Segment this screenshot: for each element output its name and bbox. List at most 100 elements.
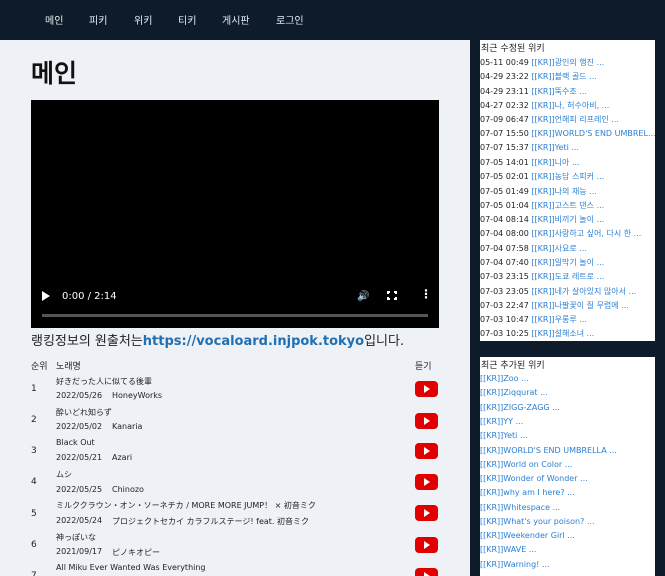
edit-time: 07-04 07:40	[480, 258, 529, 267]
recent-edit-item[interactable]: 07-07 15:37 [[KR]]Yeti ...	[480, 143, 655, 152]
main-content: 메인 0:00 / 2:14 🔊 ⋮ 랭킹정보의 원출처는https://voc…	[0, 40, 470, 576]
added-link[interactable]: [[KR]]Weekender Girl ...	[480, 531, 655, 540]
added-link[interactable]: [[KR]]Ziqqurat ...	[480, 388, 655, 397]
edit-link[interactable]: [[KR]]WORLD'S END UMBREL...	[531, 129, 655, 138]
recent-edit-item[interactable]: 05-11 00:49 [[KR]]광인의 행진 ...	[480, 57, 655, 68]
rank-number: 2	[31, 415, 37, 425]
recent-edit-item[interactable]: 07-07 15:50 [[KR]]WORLD'S END UMBREL...	[480, 129, 655, 138]
added-link[interactable]: [[KR]]Warning! ...	[480, 560, 655, 569]
recent-edit-item[interactable]: 07-03 23:05 [[KR]]네가 살아있지 않아서 ...	[480, 286, 655, 297]
recent-edit-item[interactable]: 04-29 23:11 [[KR]]뚝수조 ...	[480, 86, 655, 97]
nav-board[interactable]: 게시판	[222, 12, 250, 27]
edit-time: 07-03 10:25	[480, 329, 529, 338]
youtube-play-icon[interactable]	[415, 443, 438, 459]
recent-edits-panel: 최근 수정된 위키 05-11 00:49 [[KR]]광인의 행진 ... 0…	[480, 40, 655, 341]
song-date: 2022/05/02	[56, 422, 103, 431]
song-artist: ピノキオピー	[112, 548, 160, 557]
recent-edit-item[interactable]: 07-04 08:00 [[KR]]사랑하고 싶어, 다시 한 ...	[480, 228, 655, 239]
nav-wiki[interactable]: 위키	[134, 12, 152, 27]
edit-link[interactable]: [[KR]]설해소녀 ...	[531, 329, 594, 338]
edit-link[interactable]: [[KR]]Yeti ...	[531, 143, 579, 152]
video-progress-bar[interactable]	[42, 314, 428, 317]
nav-main[interactable]: 메인	[45, 12, 63, 27]
video-time: 0:00 / 2:14	[62, 291, 117, 302]
video-player[interactable]: 0:00 / 2:14 🔊 ⋮	[31, 100, 439, 328]
song-artist: プロジェクトセカイ カラフルステージ! feat. 初音ミク	[112, 517, 309, 526]
recent-edit-item[interactable]: 07-09 06:47 [[KR]]언해피 리프레인 ...	[480, 114, 655, 125]
edit-link[interactable]: [[KR]]사요로 ...	[531, 244, 587, 253]
youtube-play-icon[interactable]	[415, 381, 438, 397]
edit-time: 07-05 01:04	[480, 201, 529, 210]
recent-edit-item[interactable]: 07-04 07:58 [[KR]]사요로 ...	[480, 243, 655, 254]
nav-tiki[interactable]: 티키	[178, 12, 196, 27]
edit-link[interactable]: [[KR]]니아 ...	[531, 158, 579, 167]
edit-time: 04-27 02:32	[480, 101, 529, 110]
added-link[interactable]: [[KR]]ZIGG-ZAGG ...	[480, 403, 655, 412]
edit-link[interactable]: [[KR]]나의 재능 ...	[531, 187, 596, 196]
recent-edit-item[interactable]: 07-05 02:01 [[KR]]농담 스피커 ...	[480, 171, 655, 182]
edit-link[interactable]: [[KR]]블랙 골드 ...	[531, 72, 596, 81]
song-date: 2022/05/25	[56, 485, 103, 494]
added-link[interactable]: [[KR]]why am I here? ...	[480, 488, 655, 497]
edit-link[interactable]: [[KR]]고스트 댄스 ...	[531, 201, 604, 210]
added-link[interactable]: [[KR]]Whitespace ...	[480, 503, 655, 512]
edit-link[interactable]: [[KR]]농담 스피커 ...	[531, 172, 604, 181]
rank-number: 7	[31, 571, 37, 576]
recent-edit-item[interactable]: 07-05 01:04 [[KR]]고스트 댄스 ...	[480, 200, 655, 211]
song-artist: Kanaria	[112, 422, 143, 431]
added-link[interactable]: [[KR]]Zoo ...	[480, 374, 655, 383]
added-link[interactable]: [[KR]]WORLD'S END UMBRELLA ...	[480, 446, 655, 455]
recent-edit-item[interactable]: 07-05 14:01 [[KR]]니아 ...	[480, 157, 655, 168]
edit-link[interactable]: [[KR]]나, 허수아비, ...	[531, 101, 609, 110]
recent-edit-item[interactable]: 07-03 10:47 [[KR]]우롱루 ...	[480, 314, 655, 325]
volume-icon[interactable]: 🔊	[357, 291, 369, 302]
edit-link[interactable]: [[KR]]광인의 행진 ...	[531, 58, 604, 67]
added-link[interactable]: [[KR]]WAVE ...	[480, 545, 655, 554]
recent-added-panel: 최근 추가된 위키 [[KR]]Zoo ... [[KR]]Ziqqurat .…	[480, 357, 655, 576]
added-link[interactable]: [[KR]]Yeti ...	[480, 431, 655, 440]
edit-link[interactable]: [[KR]]언해피 리프레인 ...	[531, 115, 619, 124]
song-date: 2022/05/26	[56, 391, 103, 400]
edit-link[interactable]: [[KR]]사랑하고 싶어, 다시 한 ...	[531, 229, 641, 238]
added-link[interactable]: [[KR]]World on Color ...	[480, 460, 655, 469]
fullscreen-icon[interactable]	[386, 290, 398, 301]
edit-link[interactable]: [[KR]]네가 살아있지 않아서 ...	[531, 287, 636, 296]
edit-link[interactable]: [[KR]]뚝수조 ...	[531, 87, 587, 96]
youtube-play-icon[interactable]	[415, 568, 438, 576]
song-title: ムシ	[56, 470, 72, 479]
youtube-play-icon[interactable]	[415, 537, 438, 553]
added-link[interactable]: [[KR]]What's your poison? ...	[480, 517, 655, 526]
edit-link[interactable]: [[KR]]우롱루 ...	[531, 315, 587, 324]
youtube-play-icon[interactable]	[415, 474, 438, 490]
recent-edit-item[interactable]: 07-03 22:47 [[KR]]나팔꽃이 질 무렵에 ...	[480, 300, 655, 311]
recent-edit-item[interactable]: 07-04 08:14 [[KR]]비끼기 놀이 ...	[480, 214, 655, 225]
recent-edit-item[interactable]: 07-05 01:49 [[KR]]나의 재능 ...	[480, 186, 655, 197]
edit-time: 07-09 06:47	[480, 115, 529, 124]
edit-link[interactable]: [[KR]]비끼기 놀이 ...	[531, 215, 604, 224]
source-link[interactable]: https://vocaloard.injpok.tokyo	[143, 334, 364, 349]
source-suffix: 입니다.	[364, 334, 405, 349]
recent-edit-item[interactable]: 04-29 23:22 [[KR]]블랙 골드 ...	[480, 71, 655, 82]
youtube-play-icon[interactable]	[415, 413, 438, 429]
more-options-icon[interactable]: ⋮	[420, 288, 432, 300]
added-link[interactable]: [[KR]]YY ...	[480, 417, 655, 426]
nav-login[interactable]: 로그인	[276, 12, 304, 27]
added-link[interactable]: [[KR]]Wonder of Wonder ...	[480, 474, 655, 483]
play-icon[interactable]	[42, 291, 50, 301]
header-listen: 듣기	[415, 362, 432, 372]
recent-edit-item[interactable]: 04-27 02:32 [[KR]]나, 허수아비, ...	[480, 100, 655, 111]
edit-time: 07-05 14:01	[480, 158, 529, 167]
recent-edit-item[interactable]: 07-04 07:40 [[KR]]일막기 놀이 ...	[480, 257, 655, 268]
recent-edit-item[interactable]: 07-03 23:15 [[KR]]도쿄 레트로 ...	[480, 271, 655, 282]
song-date: 2022/05/21	[56, 453, 103, 462]
rank-number: 4	[31, 477, 37, 487]
edit-link[interactable]: [[KR]]도쿄 레트로 ...	[531, 272, 604, 281]
rank-number: 5	[31, 509, 37, 519]
song-title: 神っぽいな	[56, 533, 96, 542]
edit-link[interactable]: [[KR]]나팔꽃이 질 무렵에 ...	[531, 301, 628, 310]
edit-link[interactable]: [[KR]]일막기 놀이 ...	[531, 258, 604, 267]
nav-piki[interactable]: 피키	[89, 12, 107, 27]
youtube-play-icon[interactable]	[415, 505, 438, 521]
edit-time: 07-07 15:50	[480, 129, 529, 138]
recent-edit-item[interactable]: 07-03 10:25 [[KR]]설해소녀 ...	[480, 328, 655, 339]
